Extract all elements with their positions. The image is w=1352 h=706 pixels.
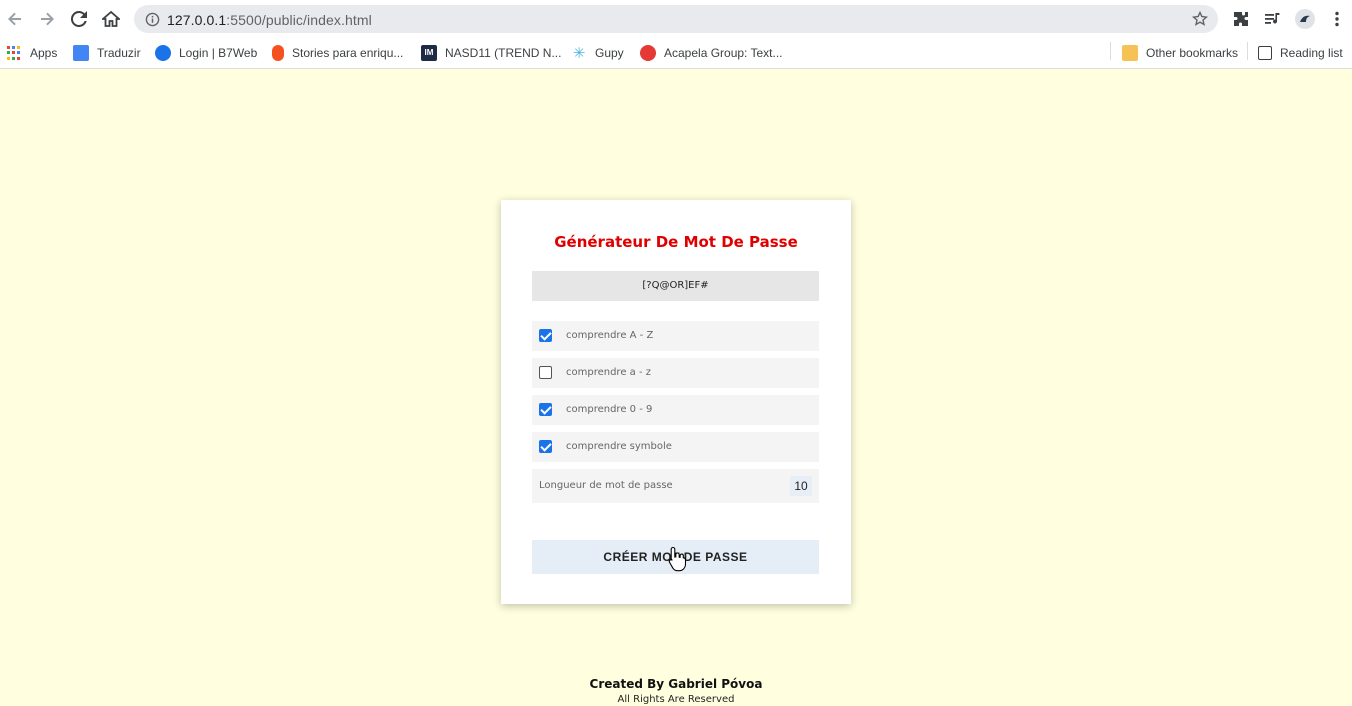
bookmark-divider — [1110, 42, 1111, 60]
browser-toolbar: 127.0.0.1:5500/public/index.html — [0, 0, 1352, 38]
bookmark-label: NASD11 (TREND N... — [445, 46, 562, 60]
fire-icon — [272, 45, 284, 61]
bookmark-nasd11[interactable]: IM NASD11 (TREND N... — [421, 43, 561, 63]
google-translate-icon — [73, 45, 89, 61]
footer-credit: Created By Gabriel Póvoa — [589, 677, 763, 691]
password-generator-card: Générateur De Mot De Passe [?Q@OR]EF# co… — [501, 200, 851, 604]
bookmark-other[interactable]: Other bookmarks — [1122, 43, 1238, 63]
option-label: comprendre A - Z — [566, 330, 654, 341]
password-length-input[interactable]: 10 — [790, 476, 812, 496]
option-label: comprendre symbole — [566, 441, 672, 452]
symbols-checkbox[interactable] — [539, 440, 552, 453]
password-length-label: Longueur de mot de passe — [539, 480, 673, 491]
bookmark-stories[interactable]: Stories para enriqu... — [272, 43, 403, 63]
reading-list-label: Reading list — [1280, 46, 1343, 60]
option-lowercase[interactable]: comprendre a - z — [532, 358, 819, 388]
bookmark-divider — [1247, 42, 1248, 60]
bookmark-label: Stories para enriqu... — [292, 46, 404, 60]
bookmark-acapela[interactable]: Acapela Group: Text... — [640, 43, 783, 63]
bookmark-gupy[interactable]: ✳ Gupy — [571, 43, 624, 63]
option-symbols[interactable]: comprendre symbole — [532, 432, 819, 462]
uppercase-checkbox[interactable] — [539, 329, 552, 342]
bookmark-apps[interactable]: Apps — [7, 43, 57, 63]
option-label: comprendre 0 - 9 — [566, 404, 653, 415]
option-uppercase[interactable]: comprendre A - Z — [532, 321, 819, 351]
back-icon[interactable] — [3, 7, 27, 31]
bookmarks-bar: Apps Traduzir Login | B7Web Stories para… — [0, 38, 1352, 69]
url-text: 127.0.0.1:5500/public/index.html — [167, 12, 372, 28]
bookmark-label: Acapela Group: Text... — [664, 46, 783, 60]
b7web-icon — [155, 45, 171, 61]
bookmark-traduzir[interactable]: Traduzir — [73, 43, 141, 63]
bookmark-label: Login | B7Web — [179, 46, 258, 60]
site-info-icon[interactable] — [143, 10, 161, 28]
reading-list-icon — [1258, 46, 1272, 60]
reading-list-button[interactable]: Reading list — [1258, 43, 1343, 63]
lowercase-checkbox[interactable] — [539, 366, 552, 379]
footer-rights: All Rights Are Reserved — [617, 694, 735, 705]
im-icon: IM — [421, 45, 437, 61]
numbers-checkbox[interactable] — [539, 403, 552, 416]
apps-grid-icon — [7, 46, 21, 60]
home-icon[interactable] — [99, 7, 123, 31]
generated-password-output[interactable]: [?Q@OR]EF# — [532, 271, 819, 301]
media-control-icon[interactable] — [1261, 7, 1285, 31]
acapela-icon — [640, 45, 656, 61]
forward-icon[interactable] — [35, 7, 59, 31]
option-label: comprendre a - z — [566, 367, 651, 378]
reload-icon[interactable] — [67, 7, 91, 31]
profile-avatar-icon[interactable] — [1293, 7, 1317, 31]
address-bar[interactable]: 127.0.0.1:5500/public/index.html — [134, 5, 1218, 33]
bookmark-label: Other bookmarks — [1146, 46, 1239, 60]
bookmark-b7web[interactable]: Login | B7Web — [155, 43, 257, 63]
folder-icon — [1122, 45, 1138, 61]
hand-cursor-icon — [668, 546, 686, 572]
bookmark-label: Apps — [30, 46, 58, 60]
bookmark-star-icon[interactable] — [1190, 9, 1210, 29]
bookmark-label: Traduzir — [97, 46, 141, 60]
gupy-icon: ✳ — [572, 44, 586, 62]
extensions-icon[interactable] — [1229, 7, 1253, 31]
password-length-row: Longueur de mot de passe 10 — [532, 469, 819, 503]
menu-kebab-icon[interactable] — [1325, 7, 1349, 31]
option-numbers[interactable]: comprendre 0 - 9 — [532, 395, 819, 425]
page-title: Générateur De Mot De Passe — [554, 233, 798, 251]
bookmark-label: Gupy — [595, 46, 624, 60]
